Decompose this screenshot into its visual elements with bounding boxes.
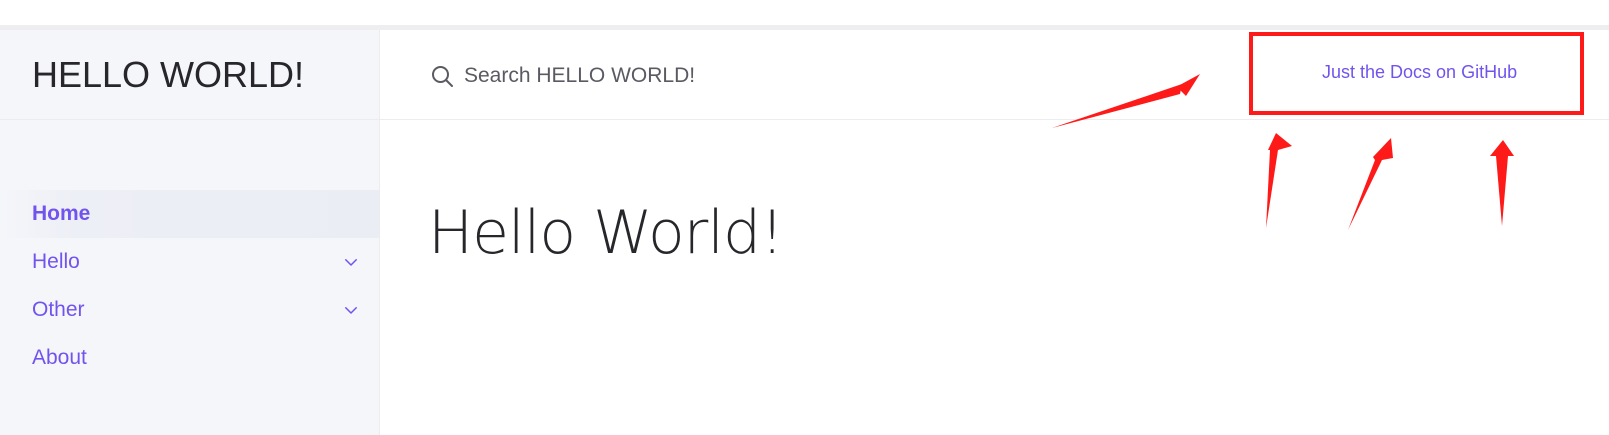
annotation-arrow	[1266, 133, 1292, 228]
annotation-arrows	[1052, 74, 1514, 230]
annotation-arrow	[1052, 84, 1182, 128]
annotation-arrow	[1490, 140, 1514, 226]
annotation-arrow	[1052, 74, 1200, 128]
annotation-arrow	[1348, 138, 1393, 230]
